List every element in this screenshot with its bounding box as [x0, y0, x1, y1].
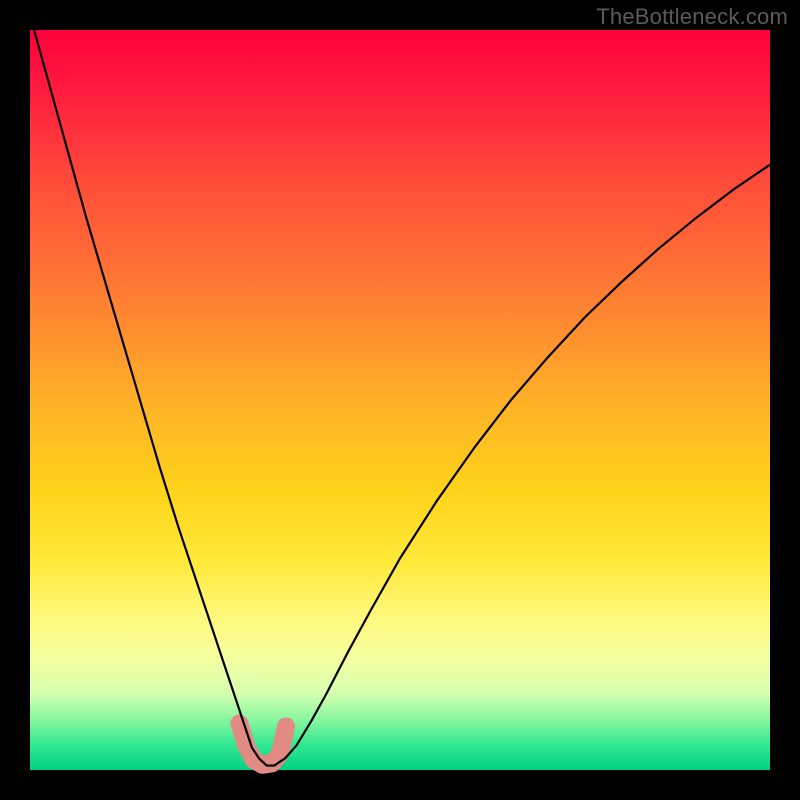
- watermark-text: TheBottleneck.com: [596, 4, 788, 30]
- chart-frame: { "watermark": "TheBottleneck.com", "cha…: [0, 0, 800, 800]
- bottleneck-chart: [0, 0, 800, 800]
